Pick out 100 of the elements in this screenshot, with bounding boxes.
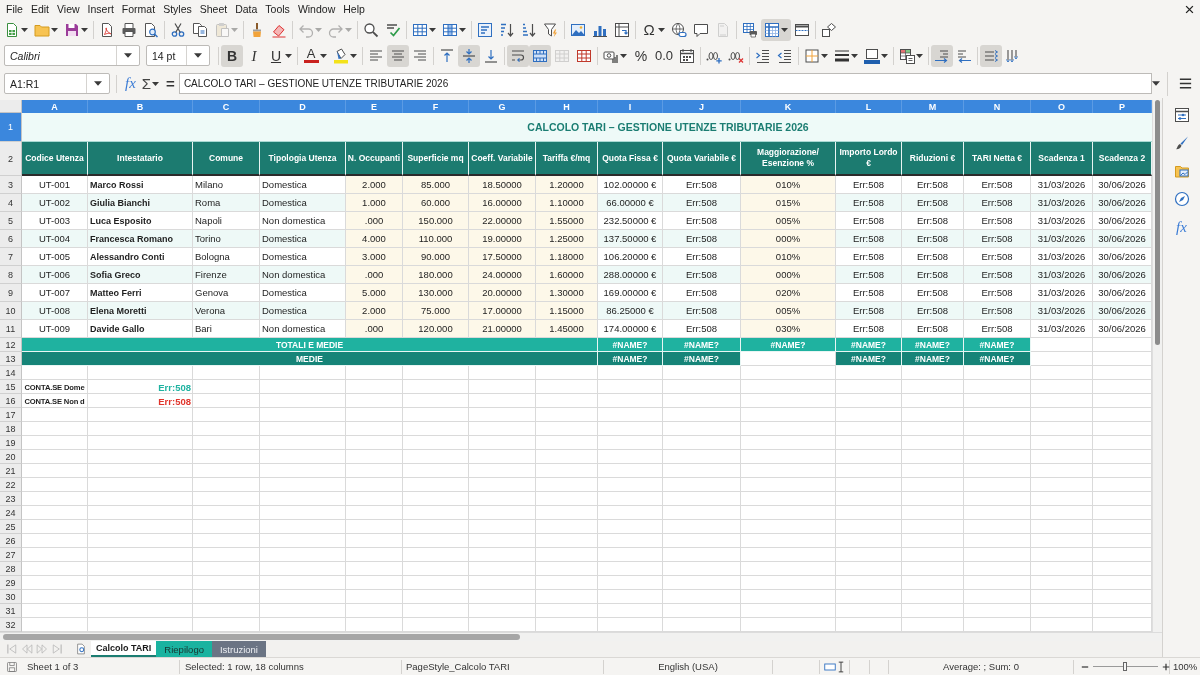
caret-icon[interactable]: [94, 81, 102, 86]
row-header[interactable]: 20: [0, 450, 22, 464]
caret-icon[interactable]: [881, 53, 889, 58]
column-grid-icon[interactable]: [442, 22, 458, 38]
menu-item[interactable]: Data: [231, 1, 262, 17]
sheet-tab[interactable]: Istruzioni: [211, 641, 266, 657]
row-header[interactable]: 17: [0, 408, 22, 422]
caret-icon[interactable]: [658, 28, 665, 32]
column-header[interactable]: G: [469, 100, 536, 113]
conditional-format-icon[interactable]: [899, 47, 916, 64]
sheet-tab[interactable]: Riepilogo: [156, 641, 212, 657]
row-header[interactable]: 15: [0, 380, 22, 394]
caret-icon[interactable]: [320, 53, 327, 58]
caret-icon[interactable]: [851, 53, 859, 58]
font-size-box[interactable]: 14 pt: [146, 45, 210, 66]
row-header[interactable]: 9: [0, 284, 22, 302]
table-grid-icon[interactable]: [412, 22, 428, 38]
line-style-icon[interactable]: [834, 47, 851, 64]
properties-panel-icon[interactable]: [1173, 107, 1190, 123]
caret-icon[interactable]: [124, 53, 132, 58]
column-header[interactable]: L: [836, 100, 902, 113]
scrollbar-thumb[interactable]: [3, 634, 520, 640]
gallery-icon[interactable]: [1173, 163, 1190, 179]
menu-item[interactable]: Sheet: [195, 1, 232, 17]
row-header[interactable]: 27: [0, 548, 22, 562]
font-name-box[interactable]: Calibri: [4, 45, 140, 66]
row-header[interactable]: 2: [0, 142, 22, 176]
row-header[interactable]: 22: [0, 478, 22, 492]
column-header[interactable]: O: [1031, 100, 1093, 113]
selection-mode-icon[interactable]: [824, 660, 836, 673]
menu-item[interactable]: Help: [339, 1, 369, 17]
column-header[interactable]: I: [598, 100, 663, 113]
row-header[interactable]: 10: [0, 302, 22, 320]
row-header[interactable]: 12: [0, 338, 22, 352]
caret-icon[interactable]: [194, 53, 202, 58]
menu-item[interactable]: View: [53, 1, 84, 17]
row-header[interactable]: 29: [0, 576, 22, 590]
column-header[interactable]: M: [902, 100, 964, 113]
row-header[interactable]: 13: [0, 352, 22, 366]
menu-item[interactable]: Format: [117, 1, 160, 17]
function-wizard-button[interactable]: fx: [125, 75, 136, 92]
row-header[interactable]: 11: [0, 320, 22, 338]
caret-icon[interactable]: [21, 28, 28, 32]
slider-thumb[interactable]: [1123, 662, 1127, 671]
column-header[interactable]: C: [193, 100, 260, 113]
column-header[interactable]: F: [403, 100, 469, 113]
row-header[interactable]: 30: [0, 590, 22, 604]
row-header[interactable]: 14: [0, 366, 22, 380]
close-icon[interactable]: [1185, 4, 1194, 14]
row-header[interactable]: 23: [0, 492, 22, 506]
scrollbar-thumb[interactable]: [1155, 100, 1160, 345]
row-header[interactable]: 25: [0, 520, 22, 534]
row-header[interactable]: 28: [0, 562, 22, 576]
caret-icon[interactable]: [459, 28, 466, 32]
border-color-icon[interactable]: [864, 47, 881, 64]
zoom-in-icon[interactable]: [1162, 662, 1170, 671]
row-header[interactable]: 8: [0, 266, 22, 284]
column-header[interactable]: D: [260, 100, 346, 113]
caret-icon[interactable]: [1151, 81, 1160, 86]
row-header[interactable]: 21: [0, 464, 22, 478]
menu-icon[interactable]: [1177, 76, 1193, 91]
row-header[interactable]: 1: [0, 113, 22, 142]
menu-item[interactable]: Styles: [159, 1, 196, 17]
number-format-button[interactable]: 0.0: [652, 44, 677, 67]
sum-button[interactable]: Σ: [141, 75, 160, 92]
row-header[interactable]: 16: [0, 394, 22, 408]
sheet-tab[interactable]: Calcolo TARI: [91, 641, 157, 657]
row-header[interactable]: 31: [0, 604, 22, 618]
name-box[interactable]: A1:R1: [4, 73, 110, 94]
italic-button[interactable]: I: [243, 44, 265, 67]
column-header[interactable]: E: [346, 100, 403, 113]
menu-item[interactable]: Insert: [83, 1, 118, 17]
caret-icon[interactable]: [51, 28, 58, 32]
row-header[interactable]: 18: [0, 422, 22, 436]
row-header[interactable]: 32: [0, 618, 22, 632]
caret-icon[interactable]: [81, 28, 88, 32]
column-header[interactable]: N: [964, 100, 1031, 113]
menu-item[interactable]: File: [2, 1, 27, 17]
bold-button[interactable]: B: [221, 44, 243, 67]
caret-icon[interactable]: [429, 28, 436, 32]
menu-item[interactable]: Tools: [261, 1, 294, 17]
row-header[interactable]: 26: [0, 534, 22, 548]
caret-icon[interactable]: [781, 28, 788, 32]
caret-icon[interactable]: [821, 53, 829, 58]
add-sheet-icon[interactable]: [75, 643, 87, 655]
freeze-panes-icon[interactable]: [764, 22, 780, 38]
formula-button[interactable]: =: [166, 75, 175, 92]
toolbar-button[interactable]: [761, 19, 791, 41]
caret-icon[interactable]: [152, 81, 160, 86]
special-character-button[interactable]: Ω: [638, 19, 668, 41]
column-header[interactable]: H: [536, 100, 598, 113]
caret-icon[interactable]: [620, 53, 627, 58]
column-header[interactable]: A: [22, 100, 88, 113]
underline-button[interactable]: U: [265, 44, 295, 67]
percent-format-button[interactable]: %: [630, 44, 652, 67]
row-header[interactable]: 19: [0, 436, 22, 450]
row-header[interactable]: 4: [0, 194, 22, 212]
row-header[interactable]: 24: [0, 506, 22, 520]
column-header[interactable]: B: [88, 100, 193, 113]
text-cursor-icon[interactable]: [838, 660, 844, 673]
